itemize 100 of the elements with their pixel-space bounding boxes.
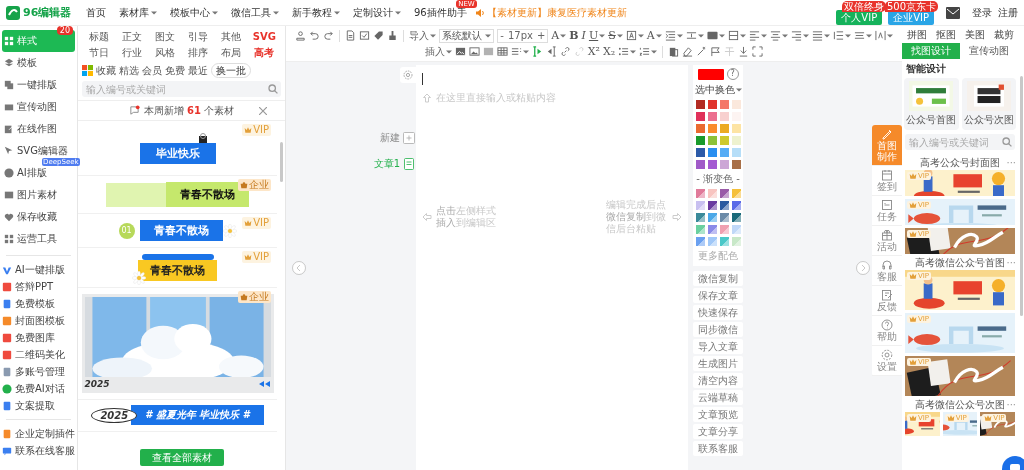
- category-tab[interactable]: 其他: [214, 29, 248, 45]
- font-select[interactable]: 系统默认: [439, 28, 495, 43]
- insert-menu[interactable]: 插入: [424, 44, 452, 59]
- sidebar-item[interactable]: 一键排版: [2, 74, 75, 96]
- count-badge: 20: [56, 26, 73, 35]
- nav-link[interactable]: 模板中心: [170, 6, 218, 19]
- nav-link[interactable]: 素材库: [119, 6, 157, 19]
- sidebar-item[interactable]: 在线作图: [2, 118, 75, 140]
- sidebar-item[interactable]: 运营工具: [2, 228, 75, 250]
- panel-tab[interactable]: 宣传动图: [960, 43, 1018, 59]
- title-banner[interactable]: 青春不散场: [138, 260, 217, 281]
- tag-label: VIP: [253, 251, 269, 263]
- sidebar-link[interactable]: 联系在线客服: [2, 442, 75, 459]
- title-banner[interactable]: 毕业快乐: [139, 142, 216, 164]
- category-tab[interactable]: 正文: [115, 29, 149, 45]
- action-button[interactable]: 微信复制: [693, 271, 743, 286]
- image-tool-link[interactable]: 拼图: [906, 26, 927, 43]
- sidebar-item[interactable]: 保存收藏: [2, 206, 75, 228]
- sidebar-item[interactable]: 模板: [2, 52, 75, 74]
- filter-link[interactable]: 最近: [188, 63, 208, 78]
- image-tool-link[interactable]: 抠图: [935, 26, 956, 43]
- category-tab[interactable]: 行业: [115, 45, 149, 61]
- action-button[interactable]: 文章预览: [693, 407, 743, 422]
- action-button[interactable]: 文章分享: [693, 424, 743, 439]
- tag-label: VIP: [253, 217, 269, 229]
- category-tab[interactable]: 布局: [214, 45, 248, 61]
- sidebar-link[interactable]: 封面图模板: [2, 312, 75, 329]
- sidebar-link[interactable]: 免费模板: [2, 295, 75, 312]
- new-article-button[interactable]: 新建: [380, 131, 416, 145]
- filter-link[interactable]: 精选: [119, 63, 139, 78]
- category-tab[interactable]: 排序: [181, 45, 215, 61]
- section-title: - 渐变色 -: [696, 172, 740, 186]
- sidebar-item[interactable]: 宣传动图: [2, 96, 75, 118]
- action-button[interactable]: 清空内容: [693, 373, 743, 388]
- nav-link[interactable]: 96插件助手: [414, 6, 467, 19]
- category-tab[interactable]: 引导: [181, 29, 215, 45]
- promo-badge: 双倍终身: [842, 1, 887, 12]
- sidebar-link[interactable]: 多账号管理: [2, 363, 75, 380]
- category-tab[interactable]: 高考: [247, 45, 281, 61]
- sidebar-link[interactable]: 文案提取: [2, 397, 75, 414]
- section-title: 高考微信公众号首图: [915, 256, 1005, 270]
- font-size-value[interactable]: 17px: [505, 29, 535, 42]
- action-button[interactable]: 联系客服: [693, 441, 743, 456]
- italic-button[interactable]: I: [581, 29, 586, 42]
- category-tab[interactable]: 标题: [82, 29, 116, 45]
- register-link[interactable]: 注册: [998, 5, 1018, 20]
- card-label: 公众号次图: [963, 113, 1014, 127]
- card-label: 公众号首图: [906, 113, 957, 127]
- year-label: 2025: [91, 407, 138, 423]
- title-banner[interactable]: 青春不散场: [166, 182, 249, 207]
- filter-link[interactable]: 免费: [165, 63, 185, 78]
- promo-badge: 500京东卡: [884, 1, 938, 12]
- bold-button[interactable]: B: [569, 29, 579, 42]
- photo-caption: 2025: [84, 378, 110, 389]
- action-button[interactable]: 导入文章: [693, 339, 743, 354]
- action-button[interactable]: 同步微信: [693, 322, 743, 337]
- sidebar-link[interactable]: AI一键排版: [2, 261, 75, 278]
- tag-label: VIP: [253, 124, 269, 136]
- design-card[interactable]: 公众号首图: [904, 78, 959, 130]
- section-title: 高考微信公众号次图: [915, 398, 1005, 412]
- nav-link[interactable]: 首页: [86, 6, 106, 19]
- sidebar-link[interactable]: 企业定制插件: [2, 425, 75, 442]
- underline-button[interactable]: U: [588, 29, 606, 42]
- category-tab[interactable]: 节日: [82, 45, 116, 61]
- filter-link[interactable]: 会员: [142, 63, 162, 78]
- action-button[interactable]: 保存文章: [693, 288, 743, 303]
- superscript-button[interactable]: X²: [587, 45, 600, 58]
- action-button[interactable]: 快速保存: [693, 305, 743, 320]
- image-tool-link[interactable]: 裁剪: [993, 26, 1014, 43]
- sidebar-link[interactable]: 免费图库: [2, 329, 75, 346]
- strikethrough-button[interactable]: S: [608, 29, 623, 42]
- search-field[interactable]: 输入编号或关键词: [82, 81, 281, 97]
- title-banner[interactable]: # 盛夏光年 毕业快乐 #: [131, 405, 264, 425]
- color-mode-select[interactable]: 选中换色: [694, 83, 742, 97]
- category-tab[interactable]: 风格: [148, 45, 182, 61]
- tag-label: 企业: [249, 291, 269, 303]
- nav-link[interactable]: 微信工具: [231, 6, 279, 19]
- design-card[interactable]: 公众号次图: [961, 78, 1016, 130]
- category-tab[interactable]: 图文: [148, 29, 182, 45]
- font-color-button[interactable]: A: [551, 29, 567, 42]
- subscript-button[interactable]: X₂: [603, 45, 616, 58]
- action-button[interactable]: 生成图片: [693, 356, 743, 371]
- sidebar-link[interactable]: 免费AI对话: [2, 380, 75, 397]
- category-tab[interactable]: SVG: [247, 29, 281, 45]
- sidebar-item[interactable]: 图片素材: [2, 184, 75, 206]
- title-banner[interactable]: 青春不散场: [139, 220, 223, 241]
- decrease-button[interactable]: -: [498, 29, 506, 42]
- nav-link[interactable]: 新手教程: [292, 6, 340, 19]
- nav-link[interactable]: 定制设计: [353, 6, 401, 19]
- sidebar-link[interactable]: 二维码美化: [2, 346, 75, 363]
- search-field[interactable]: 输入编号或关键词: [905, 134, 1015, 150]
- import-menu[interactable]: 导入: [409, 28, 437, 43]
- sidebar-link[interactable]: 答辩PPT: [2, 278, 75, 295]
- action-button[interactable]: 云端草稿: [693, 390, 743, 405]
- filter-link[interactable]: 收藏: [96, 63, 116, 78]
- increase-button[interactable]: +: [534, 29, 548, 42]
- section-heading: 智能设计: [905, 62, 947, 76]
- image-tool-link[interactable]: 美图: [964, 26, 985, 43]
- login-link[interactable]: 登录: [972, 5, 992, 20]
- text-color-button[interactable]: A: [646, 29, 662, 42]
